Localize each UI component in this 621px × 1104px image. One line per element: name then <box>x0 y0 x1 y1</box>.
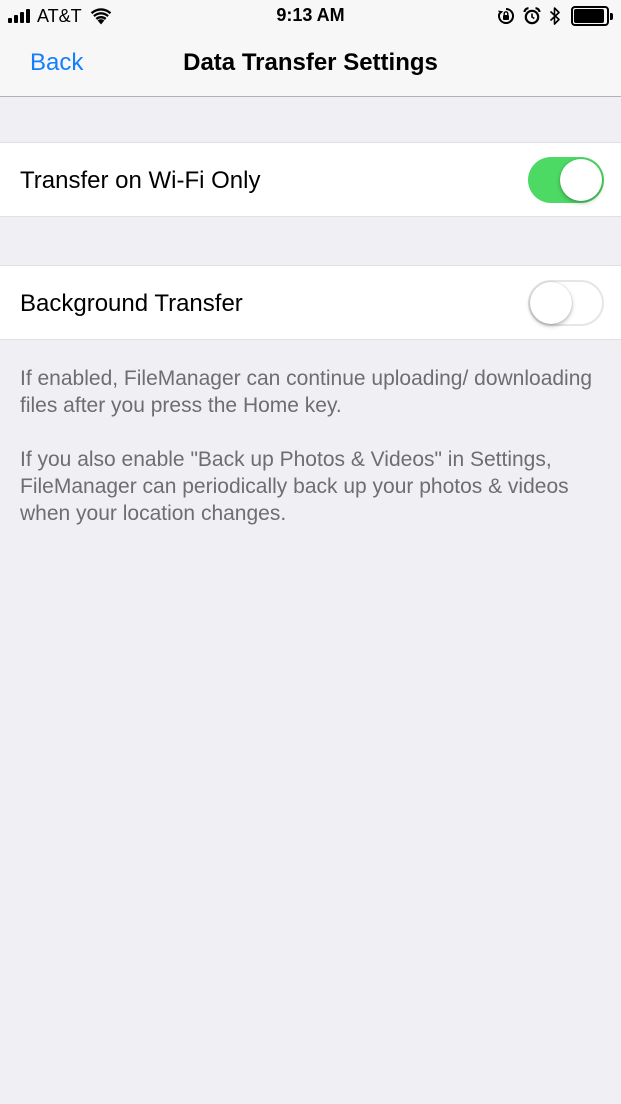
setting-label: Background Transfer <box>20 290 243 317</box>
footer-text: If enabled, FileManager can continue upl… <box>20 367 593 417</box>
alarm-clock-icon <box>523 7 541 25</box>
battery-level <box>574 9 605 23</box>
navigation-bar: Back Data Transfer Settings <box>0 32 621 97</box>
toggle-knob <box>530 282 572 324</box>
bluetooth-icon <box>549 7 560 25</box>
status-bar: AT&T 9:13 AM <box>0 0 621 32</box>
setting-label: Transfer on Wi-Fi Only <box>20 167 261 194</box>
setting-row-background-transfer: Background Transfer <box>0 265 621 340</box>
wifi-only-toggle[interactable] <box>528 157 604 203</box>
setting-row-wifi-only: Transfer on Wi-Fi Only <box>0 142 621 217</box>
toggle-knob <box>560 159 602 201</box>
background-transfer-toggle[interactable] <box>528 280 604 326</box>
battery-icon <box>571 6 613 26</box>
orientation-lock-icon <box>498 8 514 24</box>
footer-text: If you also enable "Back up Photos & Vid… <box>20 448 569 525</box>
status-right <box>489 5 613 27</box>
page-title: Data Transfer Settings <box>183 49 438 76</box>
section-footer: If enabled, FileManager can continue upl… <box>20 365 600 554</box>
